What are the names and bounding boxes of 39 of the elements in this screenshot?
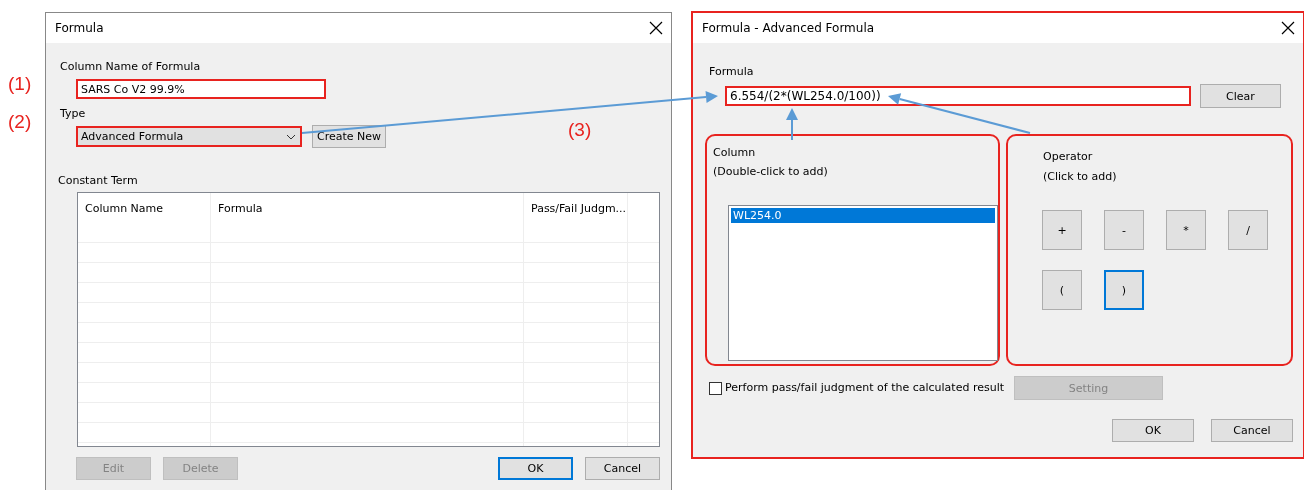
close-icon[interactable]	[649, 21, 663, 35]
operator-button[interactable]: )	[1104, 270, 1144, 310]
window-title: Formula	[55, 21, 104, 35]
window-title: Formula - Advanced Formula	[702, 21, 875, 35]
group-label: Operator	[1043, 150, 1093, 164]
formula-input[interactable]: 6.554/(2*(WL254.0/100))	[725, 86, 1191, 106]
hint-text: (Click to add)	[1043, 170, 1117, 184]
column-header[interactable]: Formula	[211, 193, 524, 223]
operator-button[interactable]: -	[1104, 210, 1144, 250]
operator-button[interactable]: *	[1166, 210, 1206, 250]
chevron-down-icon	[286, 133, 296, 140]
checkbox[interactable]	[709, 381, 722, 395]
ok-button[interactable]: OK	[498, 457, 573, 480]
operator-button[interactable]: (	[1042, 270, 1082, 310]
ok-button[interactable]: OK	[1112, 419, 1194, 442]
annotation-label: (3)	[568, 118, 592, 142]
column-header[interactable]: Column Name	[78, 193, 211, 223]
annotation-arrow	[786, 108, 798, 141]
list-item[interactable]: WL254.0	[731, 208, 995, 223]
field-label: Type	[60, 107, 86, 121]
type-dropdown[interactable]: Advanced Formula	[76, 126, 302, 147]
field-label: Formula	[709, 65, 754, 79]
column-list[interactable]: WL254.0	[728, 205, 998, 361]
create-new-button[interactable]: Create New	[312, 125, 386, 148]
operator-button[interactable]: /	[1228, 210, 1268, 250]
column-name-input[interactable]: SARS Co V2 99.9%	[76, 79, 326, 99]
close-icon[interactable]	[1281, 21, 1295, 35]
annotation-label: (1)	[8, 72, 32, 96]
group-label: Column	[713, 146, 756, 160]
section-label: Constant Term	[58, 174, 138, 188]
field-label: Column Name of Formula	[60, 60, 201, 74]
checkbox-label: Perform pass/fail judgment of the calculated result	[725, 381, 1005, 395]
hint-text: (Double-click to add)	[713, 165, 828, 179]
clear-button[interactable]: Clear	[1200, 84, 1281, 108]
cancel-button[interactable]: Cancel	[585, 457, 660, 480]
operator-button[interactable]: +	[1042, 210, 1082, 250]
column-header[interactable]: Pass/Fail Judgm...	[524, 193, 628, 223]
cancel-button[interactable]: Cancel	[1211, 419, 1293, 442]
annotation-label: (2)	[8, 110, 32, 134]
